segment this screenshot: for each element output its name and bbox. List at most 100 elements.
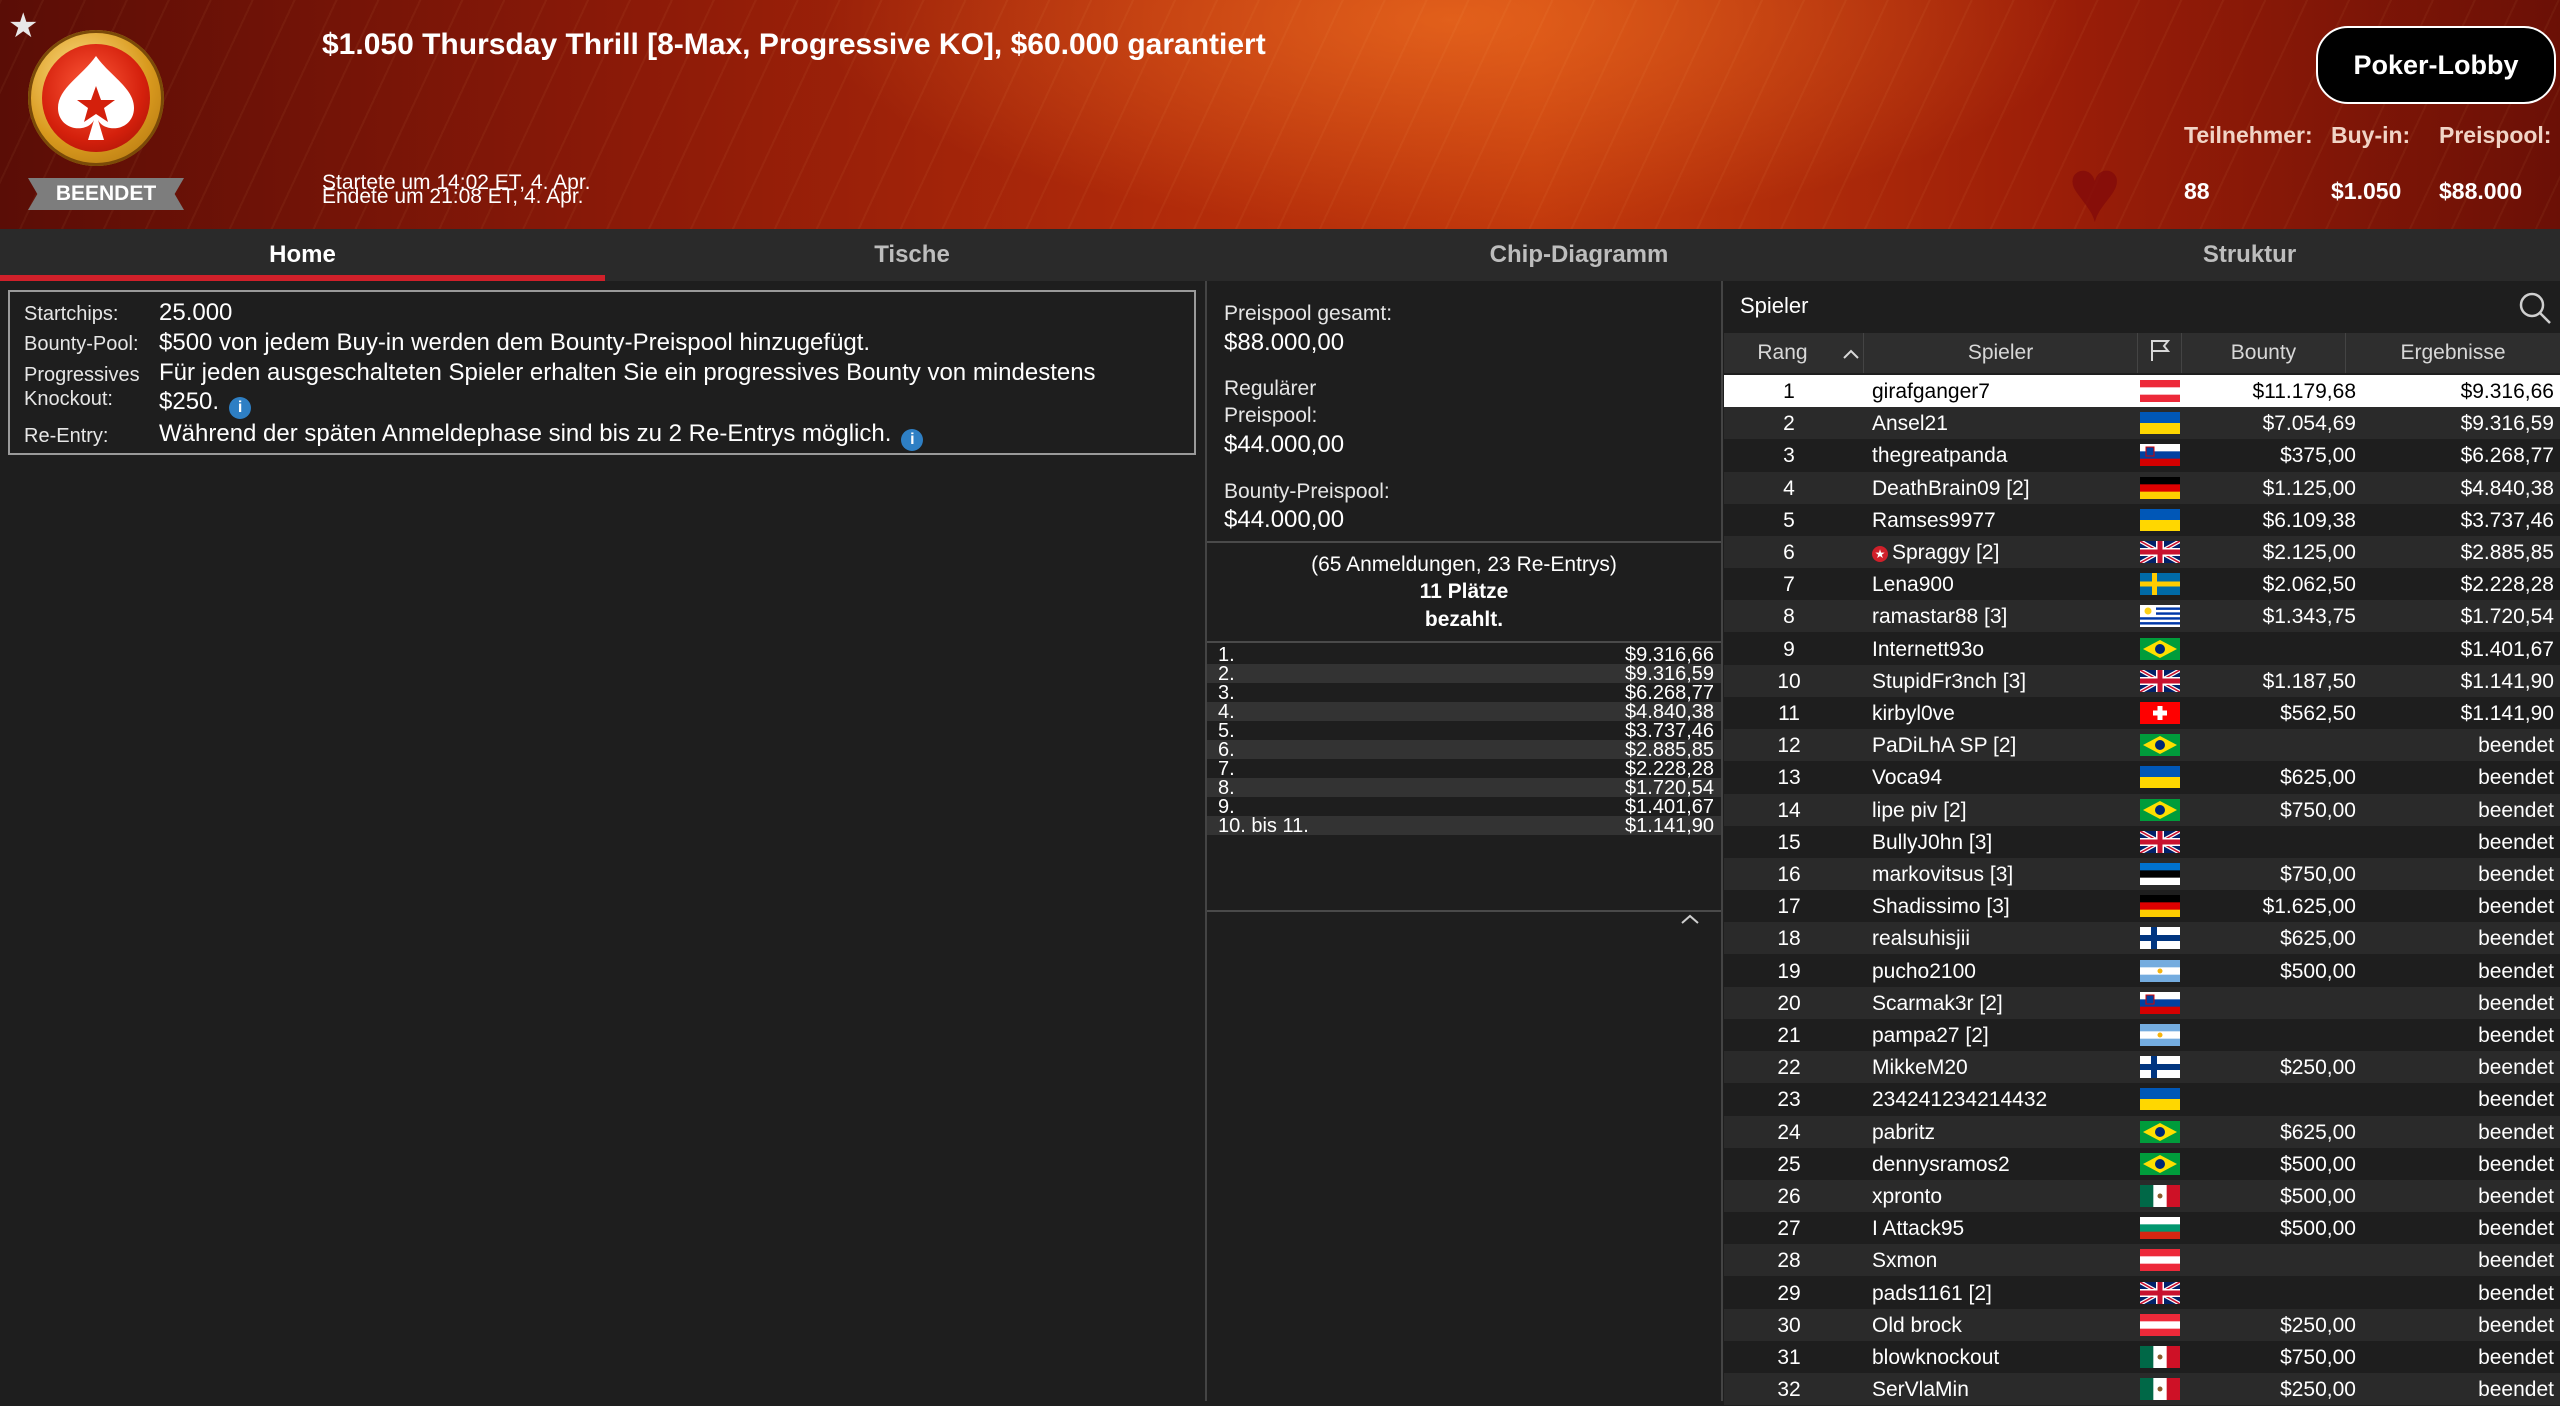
country-flag-icon (2140, 1313, 2180, 1337)
player-row[interactable]: 32 SerVlaMin $250,00 beendet (1724, 1373, 2560, 1406)
player-bounty: $500,00 (2280, 1152, 2356, 1176)
player-row[interactable]: 3 thegreatpanda $375,00 $6.268,77 (1724, 439, 2560, 471)
player-row[interactable]: 29 pads1161 [2] beendet (1724, 1277, 2560, 1309)
player-row[interactable]: 17 Shadissimo [3] $1.625,00 beendet (1724, 890, 2560, 922)
player-row[interactable]: 12 PaDiLhA SP [2] beendet (1724, 729, 2560, 762)
player-name: girafganger7 (1872, 380, 1990, 403)
player-row[interactable]: 26 xpronto $500,00 beendet (1724, 1180, 2560, 1212)
info-icon[interactable]: i (901, 429, 924, 451)
player-name: markovitsus [3] (1872, 863, 2014, 886)
player-row[interactable]: 6 ★ Spraggy [2] $2.125,00 $2.885,85 (1724, 536, 2560, 568)
player-name: MikkeM20 (1872, 1056, 1968, 1080)
player-rank: 27 (1777, 1217, 1801, 1241)
player-row[interactable]: 28 Sxmon beendet (1724, 1244, 2560, 1277)
player-row[interactable]: 9 Internett93o $1.401,67 (1724, 633, 2560, 665)
player-row[interactable]: 25 dennysramos2 $500,00 beendet (1724, 1148, 2560, 1180)
player-bounty: $625,00 (2280, 1120, 2356, 1144)
paid-label: bezahlt. (1424, 608, 1504, 631)
player-row[interactable]: 18 realsuhisjii $625,00 beendet (1724, 922, 2560, 955)
player-row[interactable]: 5 Ramses9977 $6.109,38 $3.737,46 (1724, 504, 2560, 536)
player-bounty: $2.062,50 (2262, 573, 2356, 597)
player-result: $1.720,54 (2460, 605, 2554, 629)
payout-row: 6. $2.885,85 (1207, 739, 1721, 761)
player-rank: 21 (1777, 1024, 1801, 1047)
player-name-cell: ramastar88 [3] (1872, 605, 2007, 629)
poker-lobby-button[interactable]: Poker-Lobby (2316, 26, 2556, 104)
player-row[interactable]: 24 pabritz $625,00 beendet (1724, 1115, 2560, 1148)
player-row[interactable]: 19 pucho2100 $500,00 beendet (1724, 955, 2560, 987)
player-rank: 30 (1777, 1313, 1801, 1337)
player-row[interactable]: 4 DeathBrain09 [2] $1.125,00 $4.840,38 (1724, 471, 2560, 504)
player-rank: 13 (1777, 766, 1801, 790)
player-result: beendet (2478, 1120, 2554, 1144)
player-result: $4.840,38 (2460, 476, 2554, 500)
player-row[interactable]: 21 pampa27 [2] beendet (1724, 1019, 2560, 1051)
column-rank[interactable]: Rang (1724, 333, 1864, 373)
country-flag-icon (2140, 863, 2180, 886)
player-row[interactable]: 13 Voca94 $625,00 beendet (1724, 761, 2560, 793)
country-flag-icon (2140, 1056, 2180, 1079)
player-name: DeathBrain09 [2] (1872, 476, 2030, 500)
column-bounty[interactable]: Bounty (2182, 333, 2346, 373)
player-name-cell: kirbyl0ve (1872, 702, 1955, 726)
progressive-ko-value-line2: $250. i (159, 388, 252, 419)
tournament-times: Startete um 14:02 ET, 4. Apr. Endete um … (322, 172, 591, 207)
player-name-cell: Voca94 (1872, 766, 1942, 790)
tab-chip-chart[interactable]: Chip-Diagramm (1219, 229, 1939, 281)
player-rank: 17 (1777, 895, 1801, 919)
player-result: beendet (2478, 734, 2554, 758)
player-row[interactable]: 2 Ansel21 $7.054,69 $9.316,59 (1724, 407, 2560, 440)
player-result: beendet (2478, 1313, 2554, 1337)
player-row[interactable]: 31 blowknockout $750,00 beendet (1724, 1341, 2560, 1373)
player-row[interactable]: 8 ramastar88 [3] $1.343,75 $1.720,54 (1724, 600, 2560, 633)
player-row[interactable]: 11 kirbyl0ve $562,50 $1.141,90 (1724, 697, 2560, 729)
player-rank: 11 (1778, 702, 1800, 725)
country-flag-icon (2140, 605, 2180, 628)
player-row[interactable]: 30 Old brock $250,00 beendet (1724, 1308, 2560, 1341)
player-row[interactable]: 22 MikkeM20 $250,00 beendet (1724, 1051, 2560, 1084)
participants-value: 88 (2184, 178, 2210, 204)
player-result: beendet (2478, 927, 2554, 951)
info-icon[interactable]: i (229, 397, 252, 419)
player-bounty: $7.054,69 (2262, 412, 2356, 436)
player-name: realsuhisjii (1872, 927, 1971, 951)
startchips-label: Startchips: (24, 303, 119, 325)
player-rank: 2 (1783, 412, 1795, 436)
player-row[interactable]: 16 markovitsus [3] $750,00 beendet (1724, 858, 2560, 890)
player-row[interactable]: 20 Scarmak3r [2] beendet (1724, 986, 2560, 1019)
country-flag-icon (2140, 798, 2180, 821)
tab-tables[interactable]: Tische (605, 229, 1219, 281)
player-row[interactable]: 7 Lena900 $2.062,50 $2.228,28 (1724, 568, 2560, 600)
search-icon[interactable] (2518, 291, 2552, 330)
column-results[interactable]: Ergebnisse (2346, 333, 2560, 373)
country-flag-icon (2139, 829, 2181, 855)
player-row[interactable]: 14 lipe piv [2] $750,00 beendet (1724, 793, 2560, 826)
player-bounty: $500,00 (2280, 1217, 2356, 1241)
player-row[interactable]: 1 girafganger7 $11.179,68 $9.316,66 (1724, 375, 2560, 407)
player-bounty: $250,00 (2280, 1056, 2356, 1080)
player-name-cell: Lena900 (1872, 573, 1954, 597)
player-name: Ansel21 (1872, 412, 1948, 436)
player-bounty: $375,00 (2280, 444, 2356, 468)
tab-home[interactable]: Home (0, 229, 605, 281)
country-flag-icon (2140, 895, 2180, 918)
column-player[interactable]: Spieler (1864, 333, 2138, 373)
player-row[interactable]: 27 I Attack95 $500,00 beendet (1724, 1212, 2560, 1244)
player-name: pucho2100 (1872, 959, 1976, 983)
player-row[interactable]: 23 234241234214432 beendet (1724, 1083, 2560, 1115)
payout-row: 10. bis 11. $1.141,90 (1207, 815, 1721, 837)
country-flag-icon (2140, 508, 2180, 532)
player-row[interactable]: 15 BullyJ0hn [3] beendet (1724, 826, 2560, 858)
player-rank: 12 (1777, 734, 1801, 758)
column-flag[interactable] (2138, 333, 2182, 373)
paid-places: 11 Plätze (1419, 580, 1509, 603)
tab-structure[interactable]: Struktur (1939, 229, 2560, 281)
player-name-cell: pampa27 [2] (1872, 1024, 1989, 1048)
sort-up-icon[interactable] (1842, 343, 1860, 367)
favorite-star-icon[interactable]: ★ (8, 6, 38, 46)
player-result: $2.885,85 (2460, 541, 2554, 564)
player-rank: 32 (1777, 1378, 1801, 1402)
player-row[interactable]: 10 StupidFr3nch [3] $1.187,50 $1.141,90 (1724, 664, 2560, 697)
chevron-up-icon[interactable] (1680, 908, 1700, 931)
player-name-cell: Ramses9977 (1872, 509, 1996, 533)
